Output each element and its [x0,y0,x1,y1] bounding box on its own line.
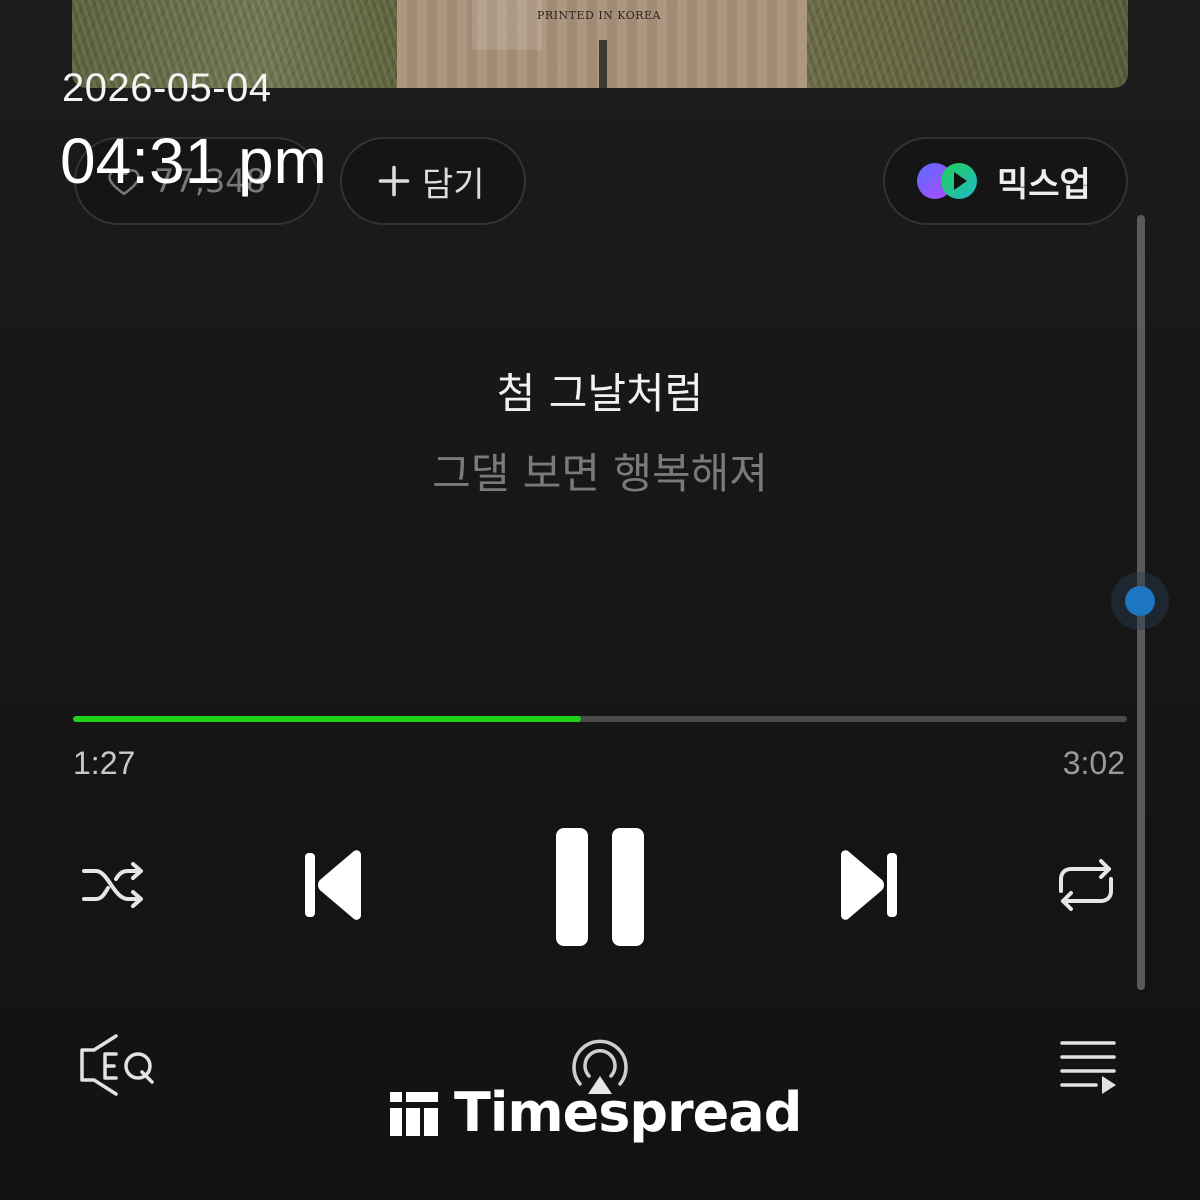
playlist-button[interactable] [1050,1032,1126,1102]
repeat-button[interactable] [1046,850,1126,920]
shuffle-button[interactable] [74,850,154,920]
mixup-label: 믹스업 [997,164,1091,205]
scrollbar-thumb[interactable] [1111,572,1169,630]
album-art-caption: PRINTED IN KOREA [537,9,661,22]
album-art-shadow [599,40,607,88]
mixup-icon [917,163,977,199]
seek-bar[interactable] [73,716,1127,722]
album-art-highlight [472,0,542,50]
seek-bar-fill [73,716,582,722]
plus-icon [378,165,410,197]
eq-button[interactable] [70,1030,166,1102]
playlist-icon [1060,1041,1116,1094]
total-time: 3:02 [1062,745,1125,781]
lyric-next-line[interactable]: 그댈 보면 행복해져 [0,440,1200,501]
watermark-text: Timespread [454,1080,802,1144]
pause-icon [556,828,644,946]
elapsed-time: 1:27 [73,745,136,781]
watermark: Timespread [388,1080,802,1144]
repeat-icon [1059,859,1113,911]
skip-next-icon [841,850,897,920]
eq-icon [80,1034,154,1096]
mixup-button[interactable]: 믹스업 [883,137,1128,225]
overlay-time: 04:31 pm [60,125,327,197]
pause-button[interactable] [548,822,652,952]
timespread-logo-icon [388,1086,440,1138]
lyric-current-line[interactable]: 첨 그날처럼 [0,360,1200,421]
add-label: 담기 [422,164,485,205]
previous-button[interactable] [292,845,372,925]
shuffle-icon [82,862,143,908]
add-button[interactable]: 담기 [340,137,526,225]
scrollbar-thumb-dot [1125,586,1155,616]
skip-previous-icon [305,850,361,920]
overlay-date: 2026-05-04 [62,66,272,110]
next-button[interactable] [830,845,910,925]
